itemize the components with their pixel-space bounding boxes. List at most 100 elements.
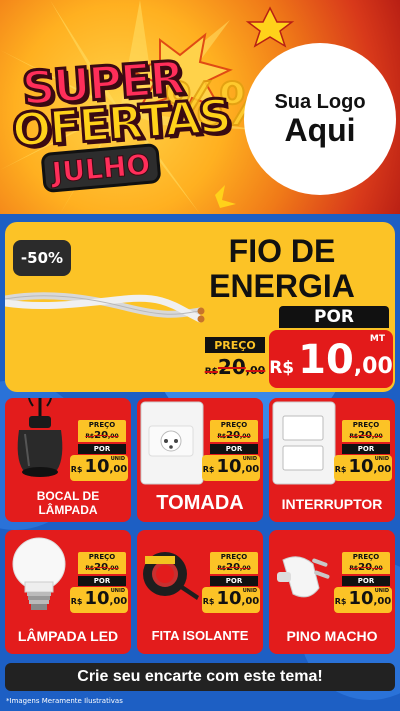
new-price-dec: ,00: [241, 464, 260, 475]
disclaimer-text: *Imagens Meramente Ilustrativas: [6, 697, 123, 705]
product-card-interruptor[interactable]: PREÇO R$ 20,00 POR R$ 10,00 UNID INTERRUPTO…: [269, 398, 395, 522]
new-price-dec: ,00: [373, 596, 392, 607]
price-tag: PREÇO R$ 20,00 POR R$ 10,00 UNID: [70, 552, 128, 624]
product-name: PINO MACHO: [286, 628, 378, 644]
featured-title-line2: ENERGIA: [209, 268, 355, 305]
old-price-int: 20: [226, 562, 241, 573]
new-price: R$ 10,00 UNID: [70, 587, 128, 613]
brand-logo-placeholder[interactable]: Sua Logo Aqui: [246, 45, 394, 193]
price-unit: MT: [369, 334, 385, 344]
por-label: POR: [78, 444, 126, 454]
new-price-currency: R$: [269, 358, 295, 378]
new-price-dec: ,00: [241, 596, 260, 607]
por-label: POR: [279, 306, 389, 328]
old-price-int: 20: [94, 562, 109, 573]
light-switch-icon: [272, 401, 336, 485]
price-unit: UNID: [110, 588, 125, 594]
old-price-currency: R$: [85, 433, 95, 440]
old-price-int: 20: [94, 430, 109, 441]
old-price-int: 20: [226, 430, 241, 441]
header-banner: %%% SUPER OFERTAS JULHO Sua Logo Aqui: [0, 0, 400, 214]
preco-label: PREÇO: [78, 420, 126, 430]
new-price-currency: R$: [202, 597, 215, 606]
old-price-int: 20: [358, 430, 373, 441]
brand-logo-line2: Aqui: [284, 111, 356, 148]
discount-badge: -50%: [13, 240, 71, 276]
new-price-int: 10: [348, 588, 374, 609]
new-price-int: 10: [216, 588, 242, 609]
new-price-dec: ,00: [109, 464, 128, 475]
product-name-line2: LÂMPADA: [38, 502, 98, 517]
preco-label: PREÇO: [78, 552, 126, 562]
new-price-dec: ,00: [373, 464, 392, 475]
product-name: INTERRUPTOR: [281, 496, 383, 512]
por-label: POR: [342, 576, 390, 586]
product-name: LÂMPADA LED: [17, 628, 119, 644]
new-price-int: 10: [216, 456, 242, 477]
old-price: R$ 20,00: [210, 430, 258, 442]
por-label: POR: [78, 576, 126, 586]
product-card-bocal[interactable]: PREÇO R$ 20,00 POR R$ 10,00 UNID BOCAL DE L…: [5, 398, 131, 522]
old-price: R$ 20 ,00: [203, 355, 267, 379]
new-price: R$ 10,00 UNID: [202, 455, 260, 481]
led-bulb-icon: [12, 537, 66, 610]
new-price-currency: R$: [334, 465, 347, 474]
new-price: R$ 10,00 UNID: [334, 455, 392, 481]
product-name: TOMADA: [156, 492, 244, 514]
new-price: R$ 10,00 UNID: [70, 455, 128, 481]
por-label: POR: [342, 444, 390, 454]
old-price-dec: ,00: [372, 565, 383, 572]
product-card-fita-isolante[interactable]: PREÇO R$ 20,00 POR R$ 10,00 UNID FITA ISOLA…: [137, 530, 263, 654]
price-tag: PREÇO R$ 20,00 POR R$ 10,00 UNID: [202, 420, 260, 492]
old-price-currency: R$: [349, 433, 359, 440]
price-unit: UNID: [242, 588, 257, 594]
price-unit: UNID: [242, 456, 257, 462]
insulating-tape-icon: [143, 552, 199, 600]
new-price-dec: ,00: [353, 354, 393, 379]
new-price: R$ 10,00 UNID: [202, 587, 260, 613]
cta-banner[interactable]: Crie seu encarte com este tema!: [5, 663, 395, 691]
preco-label: PREÇO: [342, 420, 390, 430]
new-price: R$ 10,00 UNID: [334, 587, 392, 613]
price-unit: UNID: [374, 588, 389, 594]
featured-title-line1: FIO DE: [228, 233, 336, 269]
price-tag: PREÇO R$ 20,00 POR R$ 10,00 UNID: [70, 420, 128, 492]
old-price-currency: R$: [349, 565, 359, 572]
electrical-wire-icon: [5, 292, 205, 323]
featured-product-title: FIO DE ENERGIA: [187, 233, 377, 305]
por-label: POR: [210, 444, 258, 454]
brand-logo-line1: Sua Logo: [274, 90, 366, 113]
new-price-dec: ,00: [109, 596, 128, 607]
old-price: R$ 20,00: [342, 430, 390, 442]
male-plug-icon: [277, 556, 330, 598]
product-card-pino-macho[interactable]: PREÇO R$ 20,00 POR R$ 10,00 UNID PINO MACHO: [269, 530, 395, 654]
new-price-currency: R$: [202, 465, 215, 474]
logo-text-ofertas: OFERTAS: [9, 87, 233, 159]
new-price: R$ 10 ,00 MT: [269, 330, 393, 388]
old-price-dec: ,00: [108, 433, 119, 440]
new-price-currency: R$: [70, 465, 83, 474]
power-outlet-icon: [140, 401, 204, 485]
product-name: BOCAL DE LÂMPADA: [5, 489, 131, 518]
old-price-int: 20: [358, 562, 373, 573]
price-tag: PREÇO R$ 20,00 POR R$ 10,00 UNID: [334, 420, 392, 492]
old-price-dec: ,00: [240, 565, 251, 572]
price-unit: UNID: [110, 456, 125, 462]
product-name: FITA ISOLANTE: [151, 628, 249, 643]
price-unit: UNID: [374, 456, 389, 462]
preco-label: PREÇO: [210, 420, 258, 430]
flyer: %%% SUPER OFERTAS JULHO Sua Logo Aqui -5…: [0, 0, 400, 711]
featured-product-card[interactable]: -50% FIO DE ENERGIA POR PREÇO R$ 20 ,00 …: [5, 222, 395, 392]
preco-label: PREÇO: [210, 552, 258, 562]
old-price-dec: ,00: [245, 364, 266, 377]
product-card-lampada-led[interactable]: PREÇO R$ 20,00 POR R$ 10,00 UNID LÂMPADA LE…: [5, 530, 131, 654]
product-card-tomada[interactable]: PREÇO R$ 20,00 POR R$ 10,00 UNID TOMADA: [137, 398, 263, 522]
product-name-line1: BOCAL DE: [36, 489, 100, 503]
por-label: POR: [210, 576, 258, 586]
new-price-currency: R$: [334, 597, 347, 606]
new-price-int: 10: [298, 337, 354, 383]
old-price: R$ 20,00: [78, 430, 126, 442]
old-price-currency: R$: [217, 565, 227, 572]
old-price-currency: R$: [85, 565, 95, 572]
new-price-int: 10: [348, 456, 374, 477]
